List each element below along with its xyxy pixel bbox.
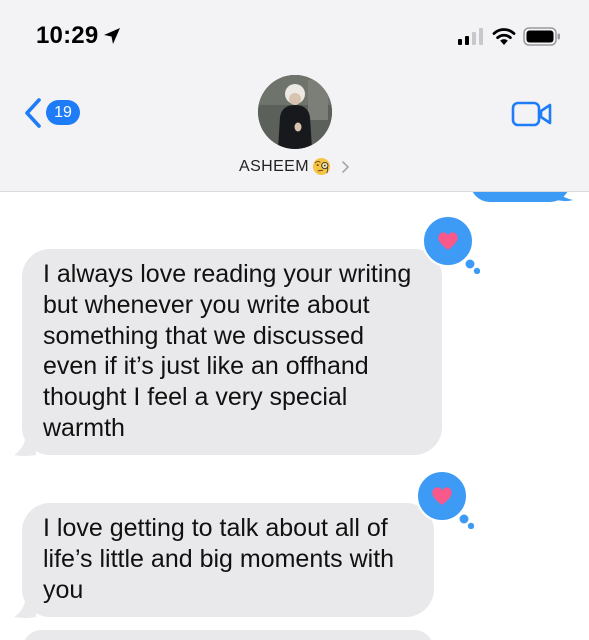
- bubble-tail: [14, 597, 36, 618]
- facetime-video-icon[interactable]: [511, 100, 553, 128]
- chevron-right-icon: [342, 160, 349, 173]
- wifi-icon: [492, 28, 516, 45]
- heart-tapback-icon[interactable]: [420, 214, 480, 274]
- face-with-monocle-emoji-icon: [312, 157, 331, 176]
- chevron-left-icon: [25, 98, 41, 128]
- avatar-photo: [258, 75, 332, 149]
- message-text: I love getting to talk about all of life…: [43, 514, 395, 604]
- unread-count-badge: 19: [46, 100, 80, 125]
- received-message-bubble[interactable]: I love getting to talk about all of life…: [22, 503, 434, 617]
- message-text: I always love reading your writing but w…: [43, 260, 412, 442]
- bubble-tail: [14, 435, 36, 456]
- contact-name: ASHEEM: [239, 157, 309, 175]
- status-bar: 10:29: [0, 0, 589, 70]
- contact-avatar[interactable]: [258, 75, 332, 149]
- received-message-bubble[interactable]: I always love reading your writing but w…: [22, 249, 442, 455]
- back-button[interactable]: 19: [22, 96, 86, 130]
- status-time: 10:29: [36, 22, 99, 49]
- message-thread[interactable]: I always love reading your writing but w…: [0, 162, 589, 640]
- heart-tapback-icon[interactable]: [414, 469, 474, 529]
- contact-details-button[interactable]: ASHEEM: [0, 157, 589, 181]
- received-message-bubble-partial[interactable]: [22, 630, 434, 640]
- cellular-signal-icon: [458, 28, 483, 45]
- location-arrow-icon: [104, 28, 120, 44]
- conversation-header: 10:29 19 ASHEEM: [0, 0, 589, 192]
- messages-conversation-screen: 10:29 19 ASHEEM I always love reading yo…: [0, 0, 589, 640]
- battery-icon: [523, 27, 560, 46]
